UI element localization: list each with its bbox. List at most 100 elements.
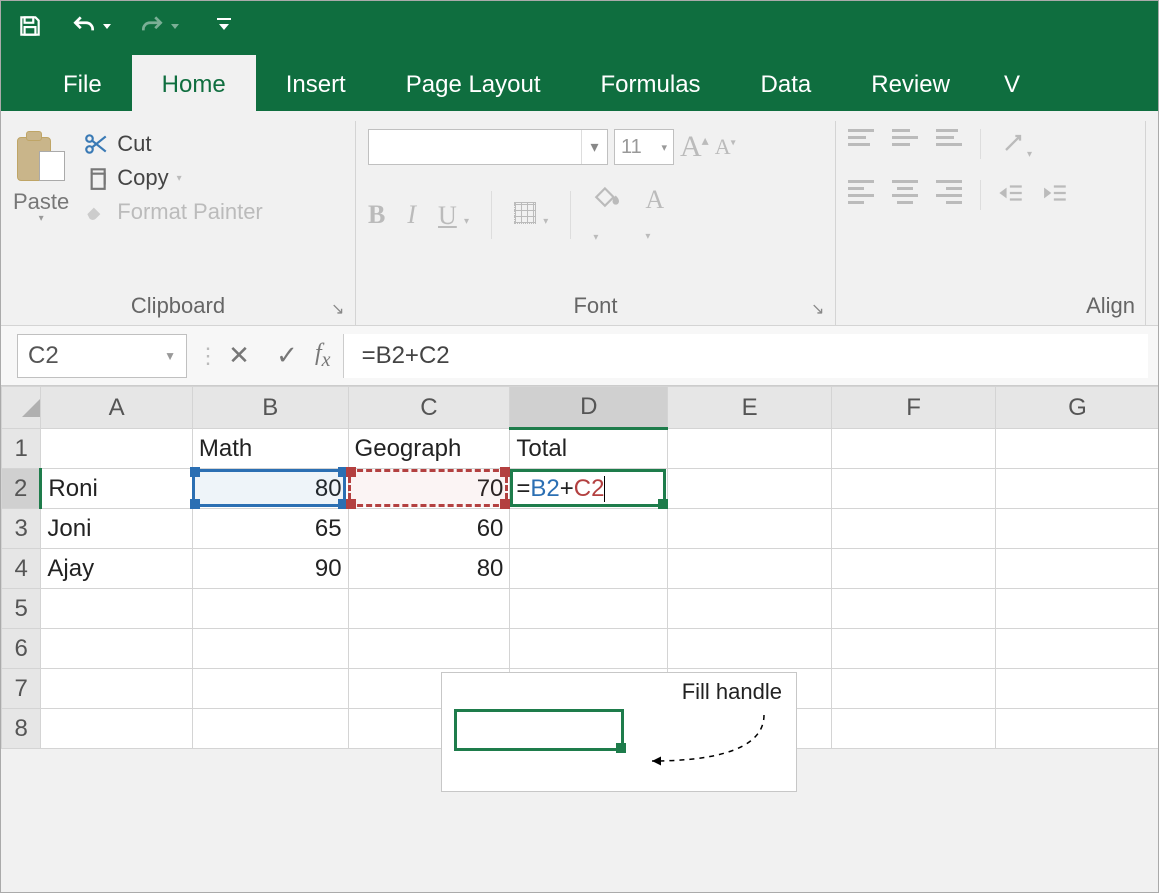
cell-C4[interactable]: 80 xyxy=(348,549,510,589)
clipboard-launcher[interactable] xyxy=(331,299,347,315)
cell-G3[interactable] xyxy=(996,509,1159,549)
cell-A1[interactable] xyxy=(41,429,192,469)
cell-C2[interactable]: 70 xyxy=(348,469,510,509)
orientation-button[interactable]: ▾ xyxy=(999,129,1032,162)
cell-D3[interactable] xyxy=(510,509,668,549)
tab-data[interactable]: Data xyxy=(731,55,842,111)
borders-button[interactable]: ▾ xyxy=(514,200,548,231)
quick-access-toolbar xyxy=(1,1,1158,51)
cell-C3[interactable]: 60 xyxy=(348,509,510,549)
row-header-5[interactable]: 5 xyxy=(2,589,41,629)
col-header-C[interactable]: C xyxy=(348,387,510,429)
cell-E1[interactable] xyxy=(668,429,832,469)
cell-B1[interactable]: Math xyxy=(192,429,348,469)
select-all-corner[interactable] xyxy=(2,387,41,429)
increase-indent-button[interactable] xyxy=(1043,180,1069,211)
tab-view[interactable]: V xyxy=(980,55,1026,111)
bold-button[interactable]: B xyxy=(368,200,385,230)
cell-A3[interactable]: Joni xyxy=(41,509,192,549)
row-header-6[interactable]: 6 xyxy=(2,629,41,669)
redo-button[interactable] xyxy=(135,9,183,43)
cell-B2[interactable]: 80 xyxy=(192,469,348,509)
font-size-value: 11 xyxy=(621,136,642,159)
row-header-8[interactable]: 8 xyxy=(2,709,41,749)
copy-button[interactable]: Copy ▾ xyxy=(83,165,263,191)
tab-home[interactable]: Home xyxy=(132,55,256,111)
tab-review[interactable]: Review xyxy=(841,55,980,111)
worksheet-grid[interactable]: A B C D E F G 1 Math Geograph Total xyxy=(1,386,1158,749)
cancel-button[interactable]: ✕ xyxy=(215,334,263,378)
row-header-2[interactable]: 2 xyxy=(2,469,41,509)
tab-file[interactable]: File xyxy=(33,55,132,111)
alignment-group-label: Align xyxy=(836,293,1135,319)
formula-input[interactable] xyxy=(343,334,1148,378)
font-name-select[interactable]: ▾ xyxy=(368,129,608,165)
cell-A2[interactable]: Roni xyxy=(41,469,192,509)
row-header-3[interactable]: 3 xyxy=(2,509,41,549)
group-clipboard: Paste ▾ Cut Copy ▾ Format Pain xyxy=(1,121,356,325)
decrease-font-icon[interactable]: A▾ xyxy=(715,134,736,160)
cell-B4[interactable]: 90 xyxy=(192,549,348,589)
font-color-button[interactable]: A ▾ xyxy=(645,184,675,246)
cell-B3[interactable]: 65 xyxy=(192,509,348,549)
tab-page-layout[interactable]: Page Layout xyxy=(376,55,571,111)
cell-G2[interactable] xyxy=(996,469,1159,509)
increase-font-icon[interactable]: A▴ xyxy=(680,130,709,164)
row-header-7[interactable]: 7 xyxy=(2,669,41,709)
tab-insert[interactable]: Insert xyxy=(256,55,376,111)
fx-icon[interactable]: fx xyxy=(311,340,343,372)
decrease-indent-button[interactable] xyxy=(999,180,1025,211)
name-box-value: C2 xyxy=(28,342,59,370)
paste-button[interactable]: Paste ▾ xyxy=(13,129,69,225)
col-header-E[interactable]: E xyxy=(668,387,832,429)
align-center-button[interactable] xyxy=(892,180,918,211)
paste-icon xyxy=(17,129,65,183)
align-bottom-button[interactable] xyxy=(936,129,962,162)
cell-F4[interactable] xyxy=(832,549,996,589)
col-header-A[interactable]: A xyxy=(41,387,192,429)
cell-D2[interactable]: =B2+C2 xyxy=(510,469,668,509)
scissors-icon xyxy=(83,131,109,157)
align-right-button[interactable] xyxy=(936,180,962,211)
callout-label: Fill handle xyxy=(682,679,782,705)
decrease-indent-icon xyxy=(999,180,1025,206)
separator xyxy=(491,191,492,239)
qat-customize-button[interactable] xyxy=(213,12,235,40)
tab-formulas[interactable]: Formulas xyxy=(571,55,731,111)
cell-E3[interactable] xyxy=(668,509,832,549)
align-middle-button[interactable] xyxy=(892,129,918,162)
cell-E4[interactable] xyxy=(668,549,832,589)
callout-selection-icon xyxy=(454,709,624,751)
align-top-button[interactable] xyxy=(848,129,874,162)
font-size-select[interactable]: 11▾ xyxy=(614,129,674,165)
row-header-1[interactable]: 1 xyxy=(2,429,41,469)
cell-C1[interactable]: Geograph xyxy=(348,429,510,469)
cell-F3[interactable] xyxy=(832,509,996,549)
clipboard-group-label: Clipboard xyxy=(1,293,355,319)
cell-F1[interactable] xyxy=(832,429,996,469)
fill-color-button[interactable]: ▾ xyxy=(593,183,623,247)
name-box[interactable]: C2 ▼ xyxy=(17,334,187,378)
col-header-B[interactable]: B xyxy=(192,387,348,429)
cell-G4[interactable] xyxy=(996,549,1159,589)
cell-F2[interactable] xyxy=(832,469,996,509)
italic-button[interactable]: I xyxy=(407,200,416,230)
cell-D4[interactable] xyxy=(510,549,668,589)
enter-button[interactable]: ✓ xyxy=(263,334,311,378)
cell-A4[interactable]: Ajay xyxy=(41,549,192,589)
row-header-4[interactable]: 4 xyxy=(2,549,41,589)
cell-E2[interactable] xyxy=(668,469,832,509)
save-button[interactable] xyxy=(13,9,47,43)
cell-D1[interactable]: Total xyxy=(510,429,668,469)
undo-button[interactable] xyxy=(67,9,115,43)
col-header-F[interactable]: F xyxy=(832,387,996,429)
cut-button[interactable]: Cut xyxy=(83,131,263,157)
font-launcher[interactable] xyxy=(811,299,827,315)
col-header-D[interactable]: D xyxy=(510,387,668,429)
cell-A5[interactable] xyxy=(41,589,192,629)
col-header-G[interactable]: G xyxy=(996,387,1159,429)
cell-G1[interactable] xyxy=(996,429,1159,469)
format-painter-button[interactable]: Format Painter xyxy=(83,199,263,225)
underline-button[interactable]: U xyxy=(438,201,457,230)
align-left-button[interactable] xyxy=(848,180,874,211)
